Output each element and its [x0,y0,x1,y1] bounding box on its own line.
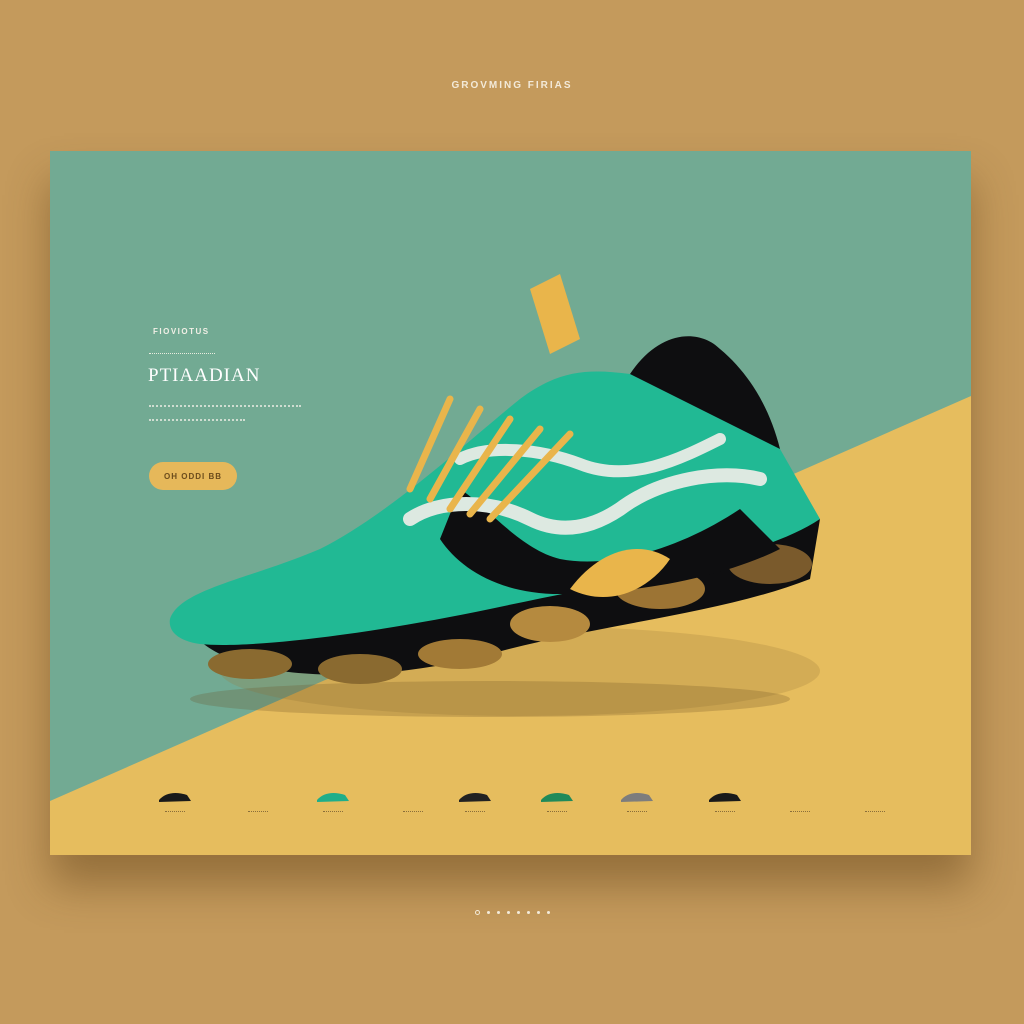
product-thumbnail-strip [145,789,905,821]
thumbnail-caption [790,811,810,814]
shoe-thumbnail-icon [541,792,573,802]
hero-shoe-image [169,274,820,717]
shoe-thumbnail-icon [159,792,191,802]
thumbnail-caption [865,811,885,814]
thumbnail-caption [547,811,567,814]
pager-dot[interactable] [486,911,490,914]
pager-dot[interactable] [516,911,520,914]
thumbnail-caption [165,811,185,814]
pager-dot[interactable] [536,911,540,914]
pager-dot[interactable] [506,911,510,914]
thumbnail-caption [715,811,735,814]
pager-dot-active[interactable] [474,910,480,915]
shoe-thumbnail-icon [459,792,491,802]
carousel-pager [0,910,1024,915]
shoe-thumbnail-icon [709,792,741,802]
shoe-thumbnail-icon [317,792,349,802]
shoe-thumbnail-icon [621,792,653,802]
hero-card: FIOVIOTUS PTIAADIAN OH ODDI BB [50,151,971,855]
pager-dot[interactable] [546,911,550,914]
thumbnail-caption [403,811,423,814]
thumbnail-caption [248,811,268,814]
pager-dot[interactable] [526,911,530,914]
site-title: GROVMING FIRIAS [451,80,573,91]
thumbnail-caption [465,811,485,814]
thumbnail-caption [323,811,343,814]
thumbnail-caption [627,811,647,814]
pager-dot[interactable] [496,911,500,914]
